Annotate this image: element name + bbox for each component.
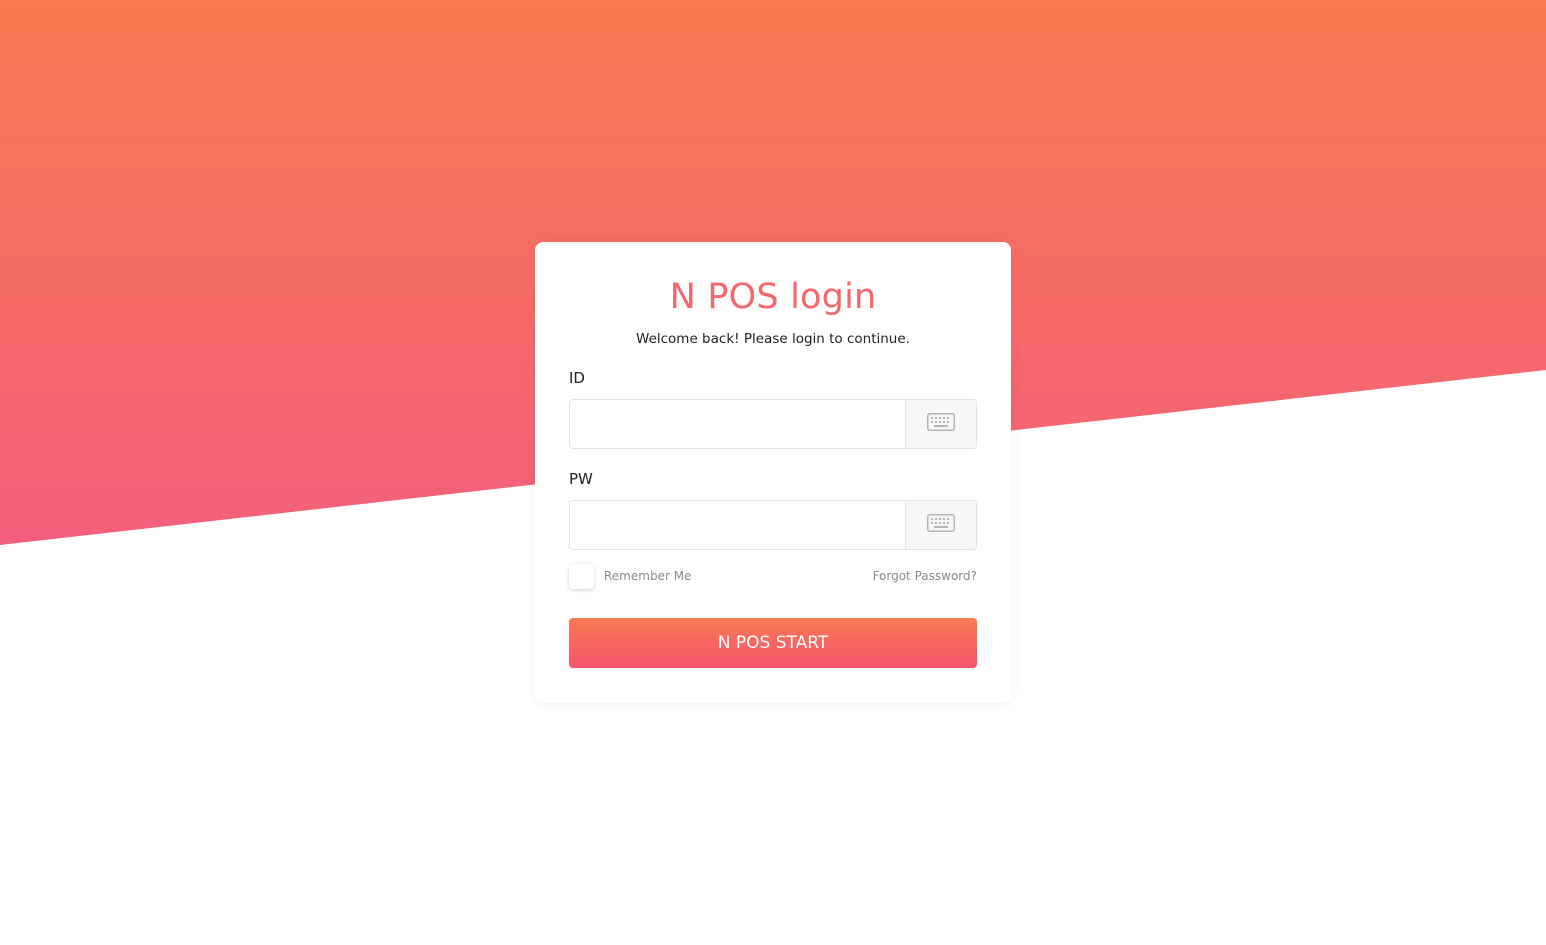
login-card: N POS login Welcome back! Please login t… — [535, 242, 1011, 703]
id-input[interactable] — [570, 400, 905, 448]
remember-me-checkbox[interactable] — [569, 563, 594, 589]
start-button[interactable]: N POS START — [569, 618, 977, 668]
keyboard-icon — [927, 514, 955, 536]
remember-me-toggle[interactable]: Remember Me — [569, 563, 692, 589]
keyboard-icon — [927, 413, 955, 435]
login-subtitle: Welcome back! Please login to continue. — [636, 331, 910, 347]
id-field-group — [569, 399, 977, 449]
pw-keyboard-button[interactable] — [905, 501, 976, 549]
id-keyboard-button[interactable] — [905, 400, 976, 448]
page-title: N POS login — [669, 277, 877, 317]
id-label: ID — [569, 369, 585, 387]
forgot-password-link[interactable]: Forgot Password? — [873, 569, 977, 583]
remember-me-label: Remember Me — [604, 569, 692, 583]
pw-input[interactable] — [570, 501, 905, 549]
pw-field-group — [569, 500, 977, 550]
login-options-row: Remember Me Forgot Password? — [569, 563, 977, 589]
pw-label: PW — [569, 470, 593, 488]
login-page: N POS login Welcome back! Please login t… — [0, 0, 1546, 945]
